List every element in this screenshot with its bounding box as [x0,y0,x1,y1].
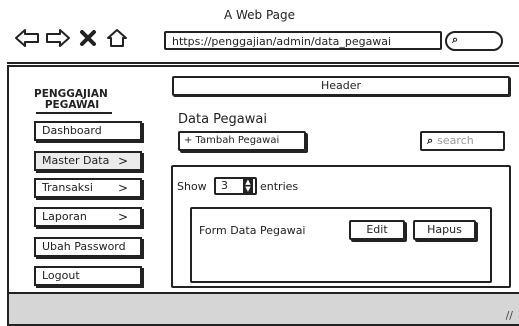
search-input[interactable]: ⌕ search [420,131,505,151]
back-arrow-icon[interactable] [14,28,40,48]
sidebar-title-line2: PEGAWAI [44,99,100,111]
show-entries-label: Show [177,180,207,193]
sidebar-item-master-data[interactable]: Master Data > [34,151,142,171]
window-title: A Web Page [223,8,296,22]
sidebar-item-transaksi[interactable]: Transaksi > [34,178,142,198]
home-icon[interactable] [106,28,128,48]
stepper-arrows-icon[interactable]: ▲ ▼ [243,179,253,193]
sidebar-item-label: Master Data [42,154,110,167]
page-title: Data Pegawai [178,112,267,127]
search-icon: ⌕ [427,134,434,147]
status-bar: // [7,292,519,326]
sidebar-item-label: Logout [42,269,80,282]
address-bar[interactable]: https://penggajian/admin/data_pegawai [164,31,442,50]
add-employee-button[interactable]: + Tambah Pegawai [178,131,306,151]
header-bar: Header [172,76,510,96]
sidebar-item-laporan[interactable]: Laporan > [34,207,142,227]
chevron-right-icon: > [117,181,128,195]
resize-grip-icon[interactable]: // [506,309,513,322]
row-title: Form Data Pegawai [199,224,306,237]
entries-label: entries [260,180,299,193]
sidebar-title: PENGGAJIAN PEGAWAI [34,89,144,111]
close-icon[interactable] [78,28,98,48]
search-placeholder: search [437,134,474,147]
sidebar-title-underline [36,112,112,114]
chevron-right-icon: > [117,210,128,224]
chevron-right-icon: > [117,154,128,168]
sidebar-item-label: Laporan [42,210,87,223]
sidebar-item-label: Transaksi [42,181,93,194]
search-icon: ⌕ [452,33,459,46]
forward-arrow-icon[interactable] [45,28,71,48]
sidebar-item-label: Dashboard [42,124,102,137]
edit-button[interactable]: Edit [349,220,405,240]
table-row [190,207,492,283]
sidebar-item-ubah-password[interactable]: Ubah Password [34,237,142,257]
frame-divider [7,62,519,64]
sidebar-item-label: Ubah Password [42,240,126,253]
delete-button[interactable]: Hapus [413,220,476,240]
sidebar-item-dashboard[interactable]: Dashboard [34,121,142,141]
sidebar-item-logout[interactable]: Logout [34,266,142,286]
